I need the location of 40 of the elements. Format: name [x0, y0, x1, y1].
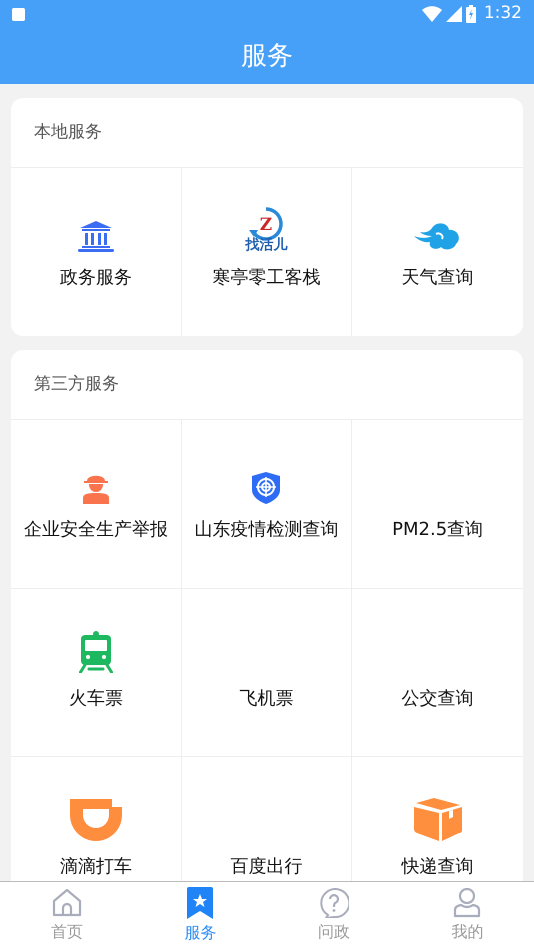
cup-icon [70, 799, 122, 841]
service-label: 山东疫情检测查询 [194, 518, 338, 542]
bookmark-star-icon [186, 887, 214, 919]
service-item[interactable]: 天气查询 [352, 168, 523, 336]
bank-icon [78, 220, 114, 252]
question-icon [318, 888, 349, 918]
package-icon [414, 797, 462, 841]
user-icon [453, 888, 482, 918]
service-label: 公交查询 [402, 687, 474, 711]
train-icon [78, 631, 113, 673]
service-item[interactable]: 飞机票 [182, 588, 352, 756]
service-label: 飞机票 [239, 687, 294, 711]
service-label: 火车票 [68, 687, 123, 711]
service-label: 政务服务 [60, 266, 132, 290]
wifi-icon [422, 6, 442, 22]
service-item[interactable]: 山东疫情检测查询 [182, 420, 352, 588]
section-title: 本地服务 [34, 120, 102, 144]
service-label: 滴滴打车 [60, 855, 132, 879]
service-item[interactable]: Z 找活儿 寒亭零工客栈 [182, 168, 352, 336]
service-label: 天气查询 [402, 266, 474, 290]
service-item[interactable]: 火车票 [11, 588, 182, 756]
service-item[interactable]: 公交查询 [352, 588, 523, 756]
service-item[interactable]: PM2.5查询 [352, 420, 523, 588]
service-label: 企业安全生产举报 [24, 518, 168, 542]
signal-icon [446, 6, 462, 22]
battery-icon [466, 5, 476, 23]
service-item[interactable]: 企业安全生产举报 [11, 420, 182, 588]
home-icon [52, 888, 82, 918]
cloud-icon [414, 222, 462, 252]
clock-time: 1:32 [484, 2, 522, 26]
page-title: 服务 [241, 40, 293, 72]
logo: Z 找活儿 [238, 206, 294, 252]
notification-icon [12, 8, 25, 20]
shield-icon [252, 472, 280, 504]
service-label: 百度出行 [230, 855, 302, 879]
service-item[interactable]: 政务服务 [11, 168, 182, 336]
service-label: 寒亭零工客栈 [212, 266, 320, 290]
section-title: 第三方服务 [34, 372, 119, 396]
service-label: PM2.5查询 [392, 518, 484, 542]
service-label: 快递查询 [402, 855, 474, 879]
